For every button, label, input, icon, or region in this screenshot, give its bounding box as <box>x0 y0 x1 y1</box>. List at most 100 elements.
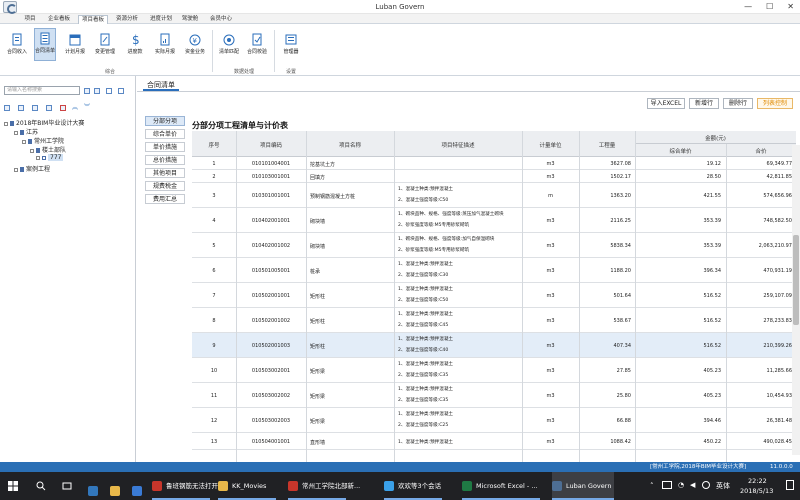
table-row[interactable]: 8 010502001002 矩形柱 m3 538.67 516.52 278,233.83… <box>192 308 796 333</box>
table-row[interactable]: 7 010502001001 矩形柱 m3 501.64 516.52 259,107.09… <box>192 283 796 308</box>
toolbar-button-list-match[interactable]: 清单匹配 <box>218 30 240 60</box>
collapse-toggle-icon[interactable] <box>30 148 34 153</box>
taskbar-explorer[interactable] <box>110 472 126 500</box>
ime-indicator[interactable]: 英体 <box>716 481 730 491</box>
side-button-fees-taxes[interactable]: 规费税金 <box>145 181 185 191</box>
taskbar-search-button[interactable] <box>36 472 52 500</box>
toolbar-button-funds[interactable]: ¥ 资金业务 <box>184 30 206 60</box>
search-icon[interactable] <box>84 88 90 94</box>
delete-node-icon[interactable] <box>60 105 66 111</box>
cell-name: 矩形梁 <box>310 418 326 425</box>
table-scrollbar[interactable] <box>792 145 800 455</box>
column-control-button[interactable]: 列表控制 <box>757 98 793 109</box>
tree-node[interactable]: 江苏 <box>14 127 38 136</box>
task-view-button[interactable] <box>62 472 78 500</box>
tree-node[interactable]: 楼土部队 <box>30 145 66 154</box>
side-button-unit-price[interactable]: 综合单价 <box>145 129 185 139</box>
taskbar-app[interactable]: 鲁班钢筋无法打开... <box>152 472 224 500</box>
taskbar-app-active[interactable]: Luban Govern <box>552 472 614 500</box>
scrollbar-thumb[interactable] <box>793 235 799 325</box>
tab-contract-list[interactable]: 合同清单 <box>143 80 179 91</box>
menu-tab-schedule[interactable]: 进度计划 <box>146 15 176 24</box>
taskbar-app[interactable]: KK_Movies <box>218 472 276 500</box>
side-button-sub-items[interactable]: 分部分项 <box>145 116 185 126</box>
wifi-icon[interactable]: ◔ <box>678 481 684 489</box>
tree-search-input[interactable]: 请输入名称搜索 <box>4 86 80 95</box>
table-row[interactable]: 2 010103001001 回填方 m3 1502.17 28.50 42,811.85 <box>192 170 796 183</box>
side-button-total-measures[interactable]: 总价措施 <box>145 155 185 165</box>
taskbar-edge[interactable] <box>88 472 104 500</box>
taskbar-app[interactable]: Microsoft Excel - ... <box>462 472 540 500</box>
toolbar-button-progress-payment[interactable]: $ 进度款 <box>124 30 146 60</box>
tree-node[interactable]: 2018年BIM毕业设计大赛 <box>4 118 84 127</box>
monthly-plan-icon <box>69 34 81 46</box>
tray-up-icon[interactable]: ˄ <box>650 482 654 490</box>
close-button[interactable]: ✕ <box>787 2 794 11</box>
table-row[interactable]: 3 010301001001 预制钢筋混凝土方桩 m 1363.20 421.55 574,… <box>192 183 796 208</box>
toolbar-button-contract-list[interactable]: 合同清单 <box>34 28 56 61</box>
tree-node-selected[interactable]: 777 <box>36 154 64 161</box>
menu-tab-enterprise-board[interactable]: 企业看板 <box>44 15 74 24</box>
table-row[interactable]: 5 010402001002 砌块墙 m3 5838.34 353.39 2,063,210… <box>192 233 796 258</box>
move-up-icon[interactable]: ︽ <box>72 105 78 111</box>
collapse-toggle-icon[interactable] <box>22 139 26 144</box>
maximize-button[interactable]: ☐ <box>766 2 773 11</box>
taskbar-app[interactable]: 常州工学院北部新... <box>288 472 360 500</box>
cell-feature-line: 1、混凝土种类:预拌混凝土 <box>398 187 454 192</box>
tree-node[interactable]: 常州工学院 <box>22 136 64 145</box>
menu-tab-resource-analysis[interactable]: 资源分析 <box>112 15 142 24</box>
taskbar-store[interactable] <box>132 472 148 500</box>
import-excel-button[interactable]: 导入EXCEL <box>647 98 685 109</box>
paste-node-icon[interactable] <box>46 105 52 111</box>
notification-status-icon[interactable] <box>702 481 710 489</box>
volume-icon[interactable]: ◀ <box>690 481 695 489</box>
side-button-cost-summary[interactable]: 费用汇总 <box>145 194 185 204</box>
cell-unit-price: 516.52 <box>703 317 722 324</box>
table-row[interactable]: 1 010101004001 挖基坑土方 m3 3627.08 19.12 69,349.7… <box>192 157 796 170</box>
move-down-icon[interactable]: ︾ <box>84 105 90 111</box>
menu-tab-member-center[interactable]: 会员中心 <box>206 15 236 24</box>
expand-all-icon[interactable] <box>106 88 112 94</box>
column-divider <box>306 131 307 462</box>
clock-time[interactable]: 22:22 <box>748 477 767 485</box>
toolbar-button-contract-check[interactable]: 合同校验 <box>246 30 268 60</box>
add-row-button[interactable]: 新增行 <box>689 98 719 109</box>
toolbar-button-contract-income[interactable]: 合同收入 <box>6 30 28 60</box>
action-center-icon[interactable] <box>786 480 794 490</box>
collapse-all-icon[interactable] <box>118 88 124 94</box>
collapse-toggle-icon[interactable] <box>14 167 18 172</box>
toolbar-button-monthly-plan[interactable]: 计划月报 <box>64 30 86 60</box>
taskbar-app[interactable]: 欢欢等3个会话 <box>384 472 442 500</box>
table-row[interactable]: 4 010402001001 砌块墙 m3 2116.25 353.39 748,582.5… <box>192 208 796 233</box>
table-row[interactable]: 13 010504001001 直形墙 m3 1088.42 450.22 490,028.… <box>192 433 796 450</box>
clock-date[interactable]: 2018/5/13 <box>740 487 773 495</box>
delete-row-button[interactable]: 删除行 <box>723 98 753 109</box>
table-row[interactable]: 6 010501005001 桩承 m3 1188.20 396.34 470,931.19… <box>192 258 796 283</box>
copy-node-icon[interactable] <box>32 105 38 111</box>
cell-name: 桩承 <box>310 268 321 275</box>
table-row[interactable]: 10 010503002001 矩形梁 m3 27.85 405.23 11,285.66 1… <box>192 358 796 383</box>
menu-tab-project-board[interactable]: 项目看板 <box>78 15 108 24</box>
toolbar-button-change-management[interactable]: 变更管理 <box>94 30 116 60</box>
side-button-unit-measures[interactable]: 单价措施 <box>145 142 185 152</box>
cell-feature-line: 2、混凝土强度等级:C35 <box>398 373 449 378</box>
side-button-other-items[interactable]: 其他项目 <box>145 168 185 178</box>
app-icon <box>288 481 298 491</box>
collapse-toggle-icon[interactable] <box>14 130 18 135</box>
toolbar-button-manager[interactable]: 管理器 <box>280 30 302 60</box>
table-row[interactable]: 9 010502001003 矩形柱 m3 407.34 516.52 210,399.26… <box>192 333 796 358</box>
menu-tab-project[interactable]: 项目 <box>20 15 40 24</box>
collapse-toggle-icon[interactable] <box>36 155 40 160</box>
minimize-button[interactable]: — <box>744 2 752 11</box>
start-button[interactable] <box>8 472 24 500</box>
collapse-toggle-icon[interactable] <box>4 121 8 126</box>
edit-node-icon[interactable] <box>18 105 24 111</box>
battery-icon[interactable] <box>662 481 672 489</box>
tree-node[interactable]: 案例工程 <box>14 164 50 173</box>
toolbar-button-actual-monthly[interactable]: 实际月报 <box>154 30 176 60</box>
menu-tab-cockpit[interactable]: 驾驶舱 <box>178 15 202 24</box>
filter-icon[interactable] <box>94 88 100 94</box>
add-node-icon[interactable] <box>4 105 10 111</box>
table-row[interactable]: 11 010503002002 矩形梁 m3 25.80 405.23 10,454.93 1… <box>192 383 796 408</box>
table-row[interactable]: 12 010503002003 矩形梁 m3 66.88 394.46 26,381.48 1… <box>192 408 796 433</box>
